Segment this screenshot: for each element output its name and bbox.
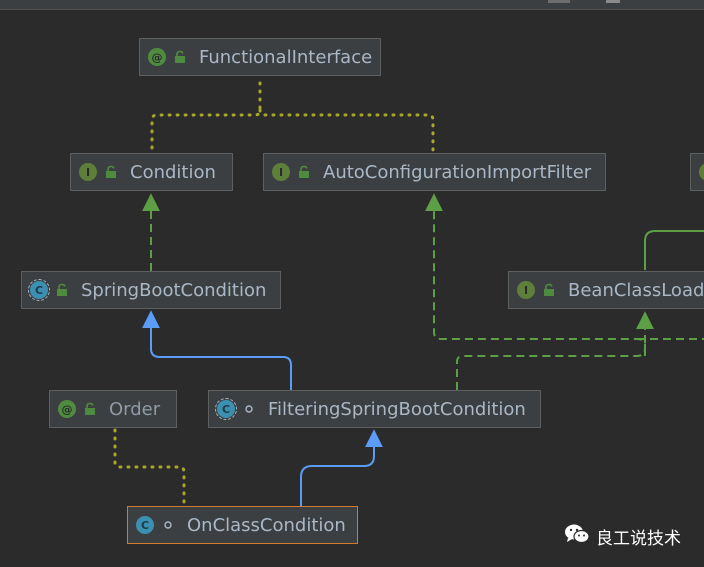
public-lock-icon — [103, 164, 119, 180]
interface-icon: I — [79, 163, 97, 181]
node-auto-configuration-import-filter[interactable]: I AutoConfigurationImportFilter — [263, 153, 606, 191]
edge-filter-functional-interface — [258, 108, 435, 155]
node-label: SpringBootCondition — [81, 279, 267, 301]
node-condition[interactable]: I Condition — [70, 153, 233, 191]
edge-onclass-extends-filtering — [300, 429, 383, 506]
node-label: AutoConfigurationImportFilter — [323, 161, 592, 183]
node-on-class-condition[interactable]: C OnClassCondition — [127, 506, 358, 544]
class-icon: C — [136, 516, 154, 534]
public-lock-icon — [54, 282, 70, 298]
watermark-text: 良工说技术 — [596, 528, 681, 549]
edge-right-solid — [644, 230, 704, 270]
node-label: FilteringSpringBootCondition — [268, 398, 526, 420]
public-lock-icon — [541, 282, 557, 298]
node-bean-class-loader-aware[interactable]: I BeanClassLoade — [508, 271, 704, 309]
node-order[interactable]: @ Order — [49, 390, 177, 428]
package-private-icon — [241, 401, 257, 417]
package-private-icon — [160, 517, 176, 533]
node-label: Condition — [130, 161, 216, 183]
node-label: Order — [109, 398, 161, 420]
node-label: BeanClassLoade — [568, 279, 704, 301]
node-functional-interface[interactable]: @ FunctionalInterface — [139, 38, 381, 76]
node-offscreen-partial[interactable] — [690, 153, 704, 191]
abstract-class-icon: C — [215, 398, 237, 420]
wechat-icon — [564, 523, 590, 550]
edge-condition-functional-interface — [150, 81, 262, 155]
node-label: OnClassCondition — [187, 514, 346, 536]
interface-icon: I — [272, 163, 290, 181]
edge-onclass-order — [113, 428, 186, 508]
abstract-class-icon: C — [28, 279, 50, 301]
node-filtering-spring-boot-condition[interactable]: C FilteringSpringBootCondition — [208, 390, 541, 428]
watermark: 良工说技术 — [564, 522, 681, 550]
interface-icon: I — [517, 281, 535, 299]
annotation-icon: @ — [148, 48, 166, 66]
interface-icon — [699, 163, 704, 181]
public-lock-icon — [172, 49, 188, 65]
public-lock-icon — [296, 164, 312, 180]
node-spring-boot-condition[interactable]: C SpringBootCondition — [21, 271, 281, 309]
edge-filtering-extends-springboot — [142, 310, 292, 390]
node-label: FunctionalInterface — [199, 46, 373, 68]
annotation-icon: @ — [58, 400, 76, 418]
public-lock-icon — [82, 401, 98, 417]
